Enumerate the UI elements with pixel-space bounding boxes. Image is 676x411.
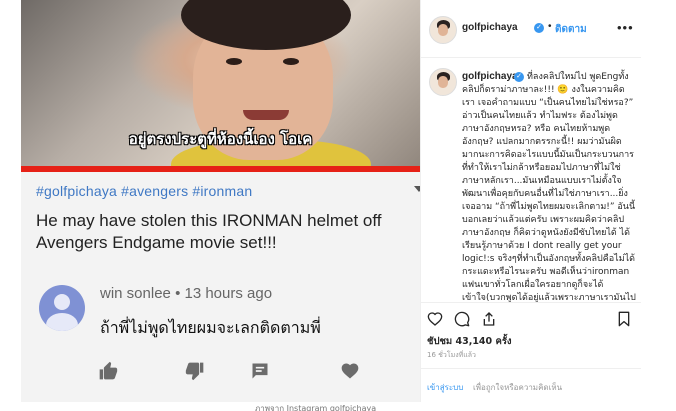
video-title: He may have stolen this IRONMAN helmet o… <box>36 211 382 252</box>
heart-icon[interactable] <box>339 361 361 383</box>
reply-icon[interactable] <box>249 361 271 383</box>
caption-text: ที่ลงคลิปใหม่ไป พูดEngทั้งคลิปก็ดราม่าภา… <box>462 72 636 302</box>
post-header: golfpichaya ✓ • ติดตาม ••• <box>421 0 641 58</box>
video-person-eye-left <box>226 58 242 65</box>
caption-avatar[interactable] <box>429 68 457 96</box>
bookmark-icon[interactable] <box>616 311 632 332</box>
share-icon[interactable] <box>481 311 497 332</box>
verified-badge-icon: ✓ <box>534 23 544 33</box>
view-count[interactable]: ชัปชม 43,140 ครั้ง <box>427 334 512 349</box>
video-progress-fill <box>21 166 420 172</box>
comment-text: ถ้าพี่ไม่พูดไทยผมจะเลกติดตามพี่ <box>100 318 321 337</box>
comment-time: 13 hours ago <box>184 285 273 302</box>
post-time: 16 ชั่วโมงที่แล้ว <box>427 351 476 359</box>
avatar-body-shape <box>46 313 78 331</box>
avatar-head-shape <box>54 294 70 310</box>
post-actions <box>421 302 641 332</box>
caption-area: golfpichaya ✓ ที่ลงคลิปใหม่ไป พูดEngทั้ง… <box>421 58 641 302</box>
avatar-face <box>437 76 449 88</box>
image-credit: ภาพจาก Instagram golfpichaya <box>255 404 377 411</box>
profile-avatar[interactable] <box>429 16 457 44</box>
video-person-eye-right <box>283 58 299 65</box>
video-frame[interactable]: อยู่ตรงประตูที่ห้องนี้เอง โอเค <box>21 0 420 172</box>
video-person-mouth <box>243 110 289 120</box>
commenter-avatar[interactable] <box>39 285 85 331</box>
comment-meta: win sonlee • 13 hours ago <box>100 285 272 302</box>
embedded-youtube-screenshot: อยู่ตรงประตูที่ห้องนี้เอง โอเค #golfpich… <box>21 0 420 402</box>
header-separator: • <box>548 21 552 32</box>
instagram-post-panel: golfpichaya ✓ • ติดตาม ••• golfpichaya ✓… <box>420 0 641 402</box>
video-progress-bar[interactable] <box>21 166 420 172</box>
video-hashtags[interactable]: #golfpichaya #avengers #ironman <box>36 183 252 199</box>
like-icon[interactable] <box>97 361 119 383</box>
video-subtitle: อยู่ตรงประตูที่ห้องนี้เอง โอเค <box>128 130 313 148</box>
header-username[interactable]: golfpichaya <box>462 22 518 33</box>
more-options-icon[interactable]: ••• <box>617 20 634 35</box>
comment-icon[interactable] <box>454 311 470 332</box>
avatar-face <box>437 24 449 36</box>
follow-button[interactable]: ติดตาม <box>555 22 587 37</box>
login-bar: เข้าสู่ระบบ เพื่อถูกใจหรือความคิดเห็น <box>421 368 641 402</box>
heart-outline-icon[interactable] <box>427 311 443 332</box>
login-prompt: เพื่อถูกใจหรือความคิดเห็น <box>473 383 563 392</box>
login-link[interactable]: เข้าสู่ระบบ <box>427 381 463 394</box>
comment-author[interactable]: win sonlee <box>100 285 171 302</box>
dislike-icon[interactable] <box>184 361 206 383</box>
